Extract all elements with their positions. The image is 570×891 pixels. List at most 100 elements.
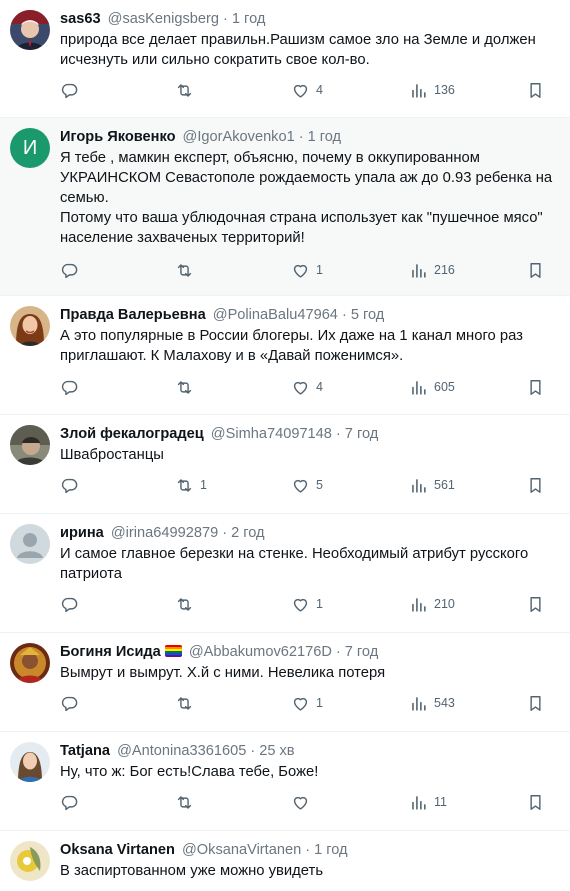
post[interactable]: Tatjana @Antonina3361605 · 25 хв Ну, что ж… xyxy=(0,732,570,831)
avatar[interactable] xyxy=(10,742,50,782)
author-name[interactable]: Oksana Virtanen xyxy=(60,842,175,858)
post-time[interactable]: 7 год xyxy=(345,644,378,660)
retweet-button[interactable] xyxy=(175,250,200,290)
views-button[interactable]: 605 xyxy=(409,367,455,407)
author-name[interactable]: Богиня Исида xyxy=(60,644,161,660)
views-button[interactable]: 210 xyxy=(409,584,455,624)
like-button[interactable]: 4 xyxy=(291,367,323,407)
reply-button[interactable] xyxy=(60,683,85,723)
reply-button[interactable] xyxy=(60,70,85,110)
retweet-icon xyxy=(175,81,194,100)
views-icon xyxy=(409,81,428,100)
avatar[interactable] xyxy=(10,524,50,564)
author-name[interactable]: sas63 xyxy=(60,11,101,27)
view-count: 605 xyxy=(434,380,455,394)
retweet-button[interactable] xyxy=(175,584,200,624)
bookmark-icon xyxy=(526,694,545,713)
post-text: А это популярные в России блогеры. Их да… xyxy=(60,328,523,364)
post-time[interactable]: 7 год xyxy=(345,426,378,442)
bookmark-button[interactable] xyxy=(526,250,545,290)
retweet-button[interactable]: 1 xyxy=(175,465,207,505)
post-text: Швабростанцы xyxy=(60,447,164,463)
post[interactable]: ирина @irina64992879 · 2 год И самое главн… xyxy=(0,514,570,633)
like-button[interactable]: 4 xyxy=(291,70,323,110)
avatar[interactable] xyxy=(10,841,50,881)
view-count: 561 xyxy=(434,478,455,492)
author-handle[interactable]: @irina64992879 xyxy=(111,525,218,541)
avatar[interactable] xyxy=(10,10,50,50)
bookmark-button[interactable] xyxy=(526,465,545,505)
post[interactable]: Oksana Virtanen @OksanaVirtanen · 1 год В … xyxy=(0,831,570,891)
reply-icon xyxy=(60,694,79,713)
bookmark-icon xyxy=(526,476,545,495)
post-content: Правда Валерьевна @PolinaBalu47964 · 5 год… xyxy=(60,306,570,414)
views-button[interactable]: 136 xyxy=(409,70,455,110)
bookmark-button[interactable] xyxy=(526,70,545,110)
avatar[interactable] xyxy=(10,306,50,346)
view-count: 136 xyxy=(434,83,455,97)
retweet-icon xyxy=(175,694,194,713)
retweet-icon xyxy=(175,476,194,495)
bookmark-button[interactable] xyxy=(526,584,545,624)
author-handle[interactable]: @Simha74097148 xyxy=(211,426,332,442)
avatar[interactable]: И xyxy=(10,128,50,168)
post[interactable]: Богиня Исида @Abbakumov62176D · 7 год Вымр… xyxy=(0,633,570,732)
post[interactable]: И Игорь Яковенко @IgorAkovenko1 · 1 год Я … xyxy=(0,118,570,296)
heart-icon xyxy=(291,261,310,280)
like-count: 1 xyxy=(316,696,323,710)
views-button[interactable]: 543 xyxy=(409,683,455,723)
retweet-button[interactable] xyxy=(175,683,200,723)
reply-button[interactable] xyxy=(60,782,85,822)
author-name[interactable]: Tatjana xyxy=(60,743,110,759)
post-time[interactable]: 5 год xyxy=(351,307,384,323)
post-content: Богиня Исида @Abbakumov62176D · 7 год Вымр… xyxy=(60,643,570,731)
retweet-button[interactable] xyxy=(175,367,200,407)
post-time[interactable]: 1 год xyxy=(314,842,347,858)
views-icon xyxy=(409,595,428,614)
author-handle[interactable]: @IgorAkovenko1 xyxy=(183,129,295,145)
post[interactable]: Злой фекалоградец @Simha74097148 · 7 год Ш… xyxy=(0,415,570,514)
retweet-button[interactable] xyxy=(175,70,200,110)
author-handle[interactable]: @OksanaVirtanen xyxy=(182,842,301,858)
bookmark-button[interactable] xyxy=(526,683,545,723)
retweet-button[interactable] xyxy=(175,782,200,822)
author-handle[interactable]: @Antonina3361605 xyxy=(117,743,246,759)
reply-button[interactable] xyxy=(60,250,85,290)
bookmark-button[interactable] xyxy=(526,367,545,407)
views-button[interactable]: 216 xyxy=(409,250,455,290)
post-time[interactable]: 1 год xyxy=(308,129,341,145)
post[interactable]: sas63 @sasKenigsberg · 1 год природа все д… xyxy=(0,0,570,118)
reply-icon xyxy=(60,378,79,397)
post-header: Tatjana @Antonina3361605 · 25 хв xyxy=(60,742,560,760)
reply-icon xyxy=(60,261,79,280)
post-time[interactable]: 2 год xyxy=(231,525,264,541)
views-button[interactable]: 11 xyxy=(409,782,447,822)
bookmark-button[interactable] xyxy=(526,782,545,822)
like-button[interactable]: 5 xyxy=(291,465,323,505)
author-handle[interactable]: @PolinaBalu47964 xyxy=(213,307,338,323)
avatar[interactable] xyxy=(10,425,50,465)
post-content: Tatjana @Antonina3361605 · 25 хв Ну, что ж… xyxy=(60,742,570,830)
author-name[interactable]: Правда Валерьевна xyxy=(60,307,206,323)
separator-dot: · xyxy=(250,743,256,759)
author-handle[interactable]: @sasKenigsberg xyxy=(108,11,219,27)
reply-button[interactable] xyxy=(60,465,85,505)
like-button[interactable]: 1 xyxy=(291,584,323,624)
like-button[interactable]: 1 xyxy=(291,683,323,723)
post-content: Злой фекалоградец @Simha74097148 · 7 год Ш… xyxy=(60,425,570,513)
views-button[interactable]: 561 xyxy=(409,465,455,505)
like-button[interactable]: 1 xyxy=(291,250,323,290)
like-button[interactable] xyxy=(291,782,316,822)
post-time[interactable]: 25 хв xyxy=(259,743,294,759)
retweet-icon xyxy=(175,595,194,614)
reply-button[interactable] xyxy=(60,367,85,407)
avatar[interactable] xyxy=(10,643,50,683)
author-name[interactable]: ирина xyxy=(60,525,104,541)
reply-button[interactable] xyxy=(60,584,85,624)
author-handle[interactable]: @Abbakumov62176D xyxy=(189,644,332,660)
post[interactable]: Правда Валерьевна @PolinaBalu47964 · 5 год… xyxy=(0,296,570,415)
post-time[interactable]: 1 год xyxy=(232,11,265,27)
author-name[interactable]: Злой фекалоградец xyxy=(60,426,204,442)
author-name[interactable]: Игорь Яковенко xyxy=(60,129,175,145)
post-content: sas63 @sasKenigsberg · 1 год природа все д… xyxy=(60,10,570,117)
